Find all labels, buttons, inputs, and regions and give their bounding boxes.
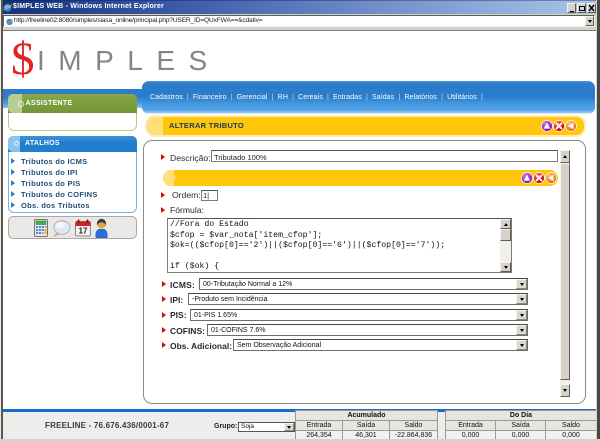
svg-text:17: 17 bbox=[79, 227, 88, 236]
